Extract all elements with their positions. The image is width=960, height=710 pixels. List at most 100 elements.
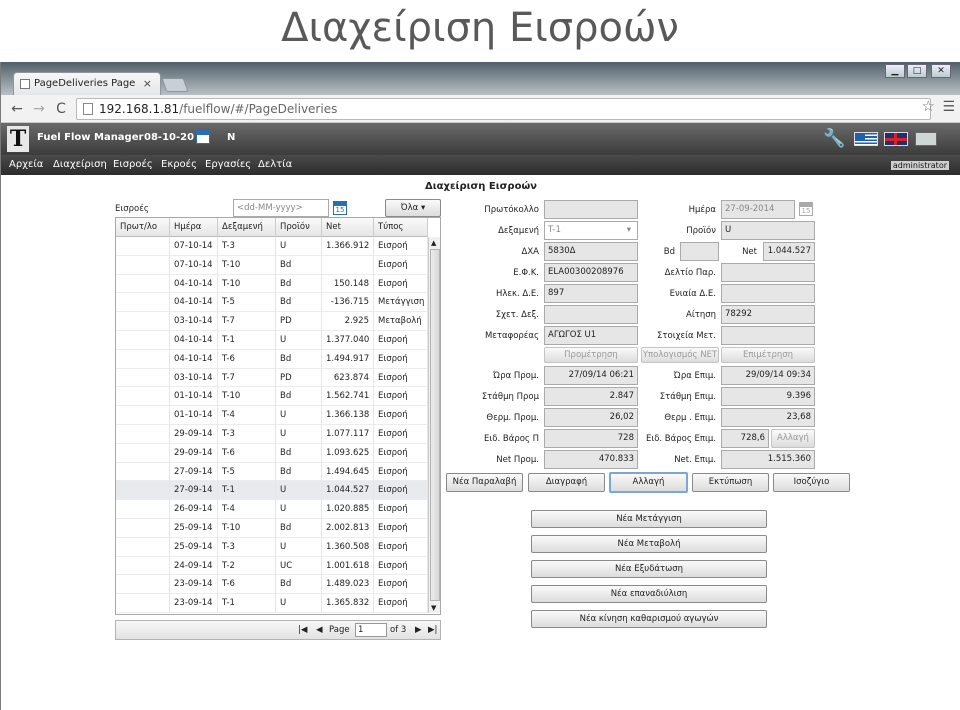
- menu-item-deltia[interactable]: Δελτία: [258, 159, 292, 170]
- bd-field[interactable]: [680, 242, 719, 261]
- ilek-de-field[interactable]: 897: [544, 284, 638, 303]
- table-row[interactable]: 26-09-14 T-4 U 1.020.885 Εισροή: [116, 500, 428, 520]
- table-row[interactable]: 07-10-14 T-3 U 1.366.912 Εισροή: [116, 237, 428, 256]
- prometrisi-button[interactable]: Προμέτρηση: [544, 347, 638, 363]
- menu-item-archeia[interactable]: Αρχεία: [9, 159, 43, 170]
- prev-page-icon[interactable]: ◀: [316, 625, 323, 635]
- deltio-par-field[interactable]: [721, 263, 815, 282]
- therm-epim-field[interactable]: 23,68: [721, 408, 815, 427]
- table-row[interactable]: 03-10-14 T-7 PD 2.925 Μεταβολή: [116, 312, 428, 332]
- col-header-proion[interactable]: Προϊόν: [276, 218, 322, 237]
- reload-icon[interactable]: C: [51, 99, 71, 119]
- allagi-small-button[interactable]: Αλλαγή: [771, 429, 815, 448]
- dxa-field[interactable]: 5830Δ: [544, 242, 638, 261]
- dexameni-select[interactable]: T-1 ▾: [544, 221, 638, 240]
- address-bar[interactable]: 192.168.1.81/fuelflow/#/PageDeliveries: [76, 98, 931, 120]
- filter-select[interactable]: Όλα ▾: [385, 199, 441, 217]
- bookmark-star-icon[interactable]: ☆: [922, 97, 935, 115]
- table-row[interactable]: 24-09-14 T-2 UC 1.001.618 Εισροή: [116, 556, 428, 576]
- table-row[interactable]: 03-10-14 T-7 PD 623.874 Εισροή: [116, 368, 428, 388]
- table-row[interactable]: 04-10-14 T-1 U 1.377.040 Εισροή: [116, 331, 428, 350]
- new-tab-button[interactable]: [161, 78, 189, 92]
- last-page-icon[interactable]: ▶|: [428, 625, 437, 635]
- protokollo-field[interactable]: [544, 200, 638, 219]
- col-header-typos[interactable]: Τύπος: [374, 218, 428, 237]
- imera-field[interactable]: 27-09-2014: [721, 200, 795, 219]
- table-row[interactable]: 23-09-14 T-6 Bd 1.489.023 Εισροή: [116, 575, 428, 595]
- table-row[interactable]: 04-10-14 T-6 Bd 1.494.917 Εισροή: [116, 349, 428, 369]
- diagrafi-button[interactable]: Διαγραφή: [528, 473, 605, 492]
- net-prom-field[interactable]: 470.833: [544, 450, 638, 469]
- date-filter-calendar-icon[interactable]: 15: [333, 201, 347, 215]
- metaforeas-field[interactable]: ΑΓΩΓΟΣ U1: [544, 326, 638, 345]
- col-header-dexameni[interactable]: Δεξαμενή: [218, 218, 276, 237]
- table-row[interactable]: 07-10-14 T-10 Bd Εισροή: [116, 255, 428, 275]
- imera-calendar-icon[interactable]: 15: [799, 202, 813, 216]
- net-epim-field[interactable]: 1.515.360: [721, 450, 815, 469]
- col-header-net[interactable]: Net: [322, 218, 374, 237]
- isozygio-button[interactable]: Ισοζύγιο: [773, 473, 850, 492]
- proion-field[interactable]: U: [721, 221, 815, 240]
- table-row[interactable]: 29-09-14 T-3 U 1.077.117 Εισροή: [116, 425, 428, 444]
- browser-tab[interactable]: PageDeliveries Page ×: [13, 72, 161, 95]
- table-row[interactable]: 01-10-14 T-10 Bd 1.562.741 Εισροή: [116, 387, 428, 407]
- next-page-icon[interactable]: ▶: [415, 625, 422, 635]
- table-row[interactable]: 25-09-14 T-10 Bd 2.002.813 Εισροή: [116, 519, 428, 538]
- stathmi-epim-field[interactable]: 9.396: [721, 387, 815, 406]
- table-row[interactable]: 04-10-14 T-10 Bd 150.148 Εισροή: [116, 274, 428, 294]
- table-row[interactable]: 27-09-14 T-5 Bd 1.494.645 Εισροή: [116, 462, 428, 482]
- sxet-dex-field[interactable]: [544, 305, 638, 324]
- scrollbar-thumb[interactable]: [430, 249, 440, 601]
- table-row[interactable]: 01-10-14 T-4 U 1.366.138 Εισροή: [116, 406, 428, 426]
- table-row[interactable]: 23-09-14 T-1 U 1.365.832 Εισροή: [116, 594, 428, 614]
- nea-epanadiylisi-button[interactable]: Νέα επαναδιύλιση: [531, 585, 767, 603]
- menu-item-ekroes[interactable]: Εκροές: [161, 159, 197, 170]
- maximize-button[interactable]: □: [907, 64, 927, 78]
- tab-close-icon[interactable]: ×: [143, 73, 152, 95]
- browser-menu-icon[interactable]: ☰: [942, 99, 955, 115]
- net-field[interactable]: 1.044.527: [763, 242, 815, 261]
- eniaia-de-field[interactable]: [721, 284, 815, 303]
- close-window-button[interactable]: ✕: [931, 64, 951, 78]
- table-row[interactable]: 29-09-14 T-6 Bd 1.093.625 Εισροή: [116, 443, 428, 463]
- ypologismos-net-button[interactable]: Υπολογισμός ΝΕΤ: [641, 347, 719, 363]
- table-row[interactable]: 25-09-14 T-3 U 1.360.508 Εισροή: [116, 537, 428, 557]
- epimetrisi-button[interactable]: Επιμέτρηση: [721, 347, 815, 363]
- nea-metavoli-button[interactable]: Νέα Μεταβολή: [531, 535, 767, 553]
- calendar-icon[interactable]: [196, 130, 210, 144]
- eid-varos-epim-field[interactable]: 728,6: [721, 429, 769, 448]
- table-row[interactable]: 04-10-14 T-5 Bd -136.715 Μετάγγιση: [116, 293, 428, 313]
- page-number-input[interactable]: 1: [355, 623, 387, 637]
- nea-metaggisi-button[interactable]: Νέα Μετάγγιση: [531, 510, 767, 528]
- first-page-icon[interactable]: |◀: [298, 625, 307, 635]
- nea-kinisi-katharismou-button[interactable]: Νέα κίνηση καθαρισμού αγωγών: [531, 610, 767, 628]
- therm-prom-field[interactable]: 26,02: [544, 408, 638, 427]
- settings-wrench-icon[interactable]: 🔧: [823, 128, 845, 149]
- scroll-down-icon[interactable]: ▼: [431, 604, 436, 612]
- forward-icon[interactable]: →: [29, 99, 49, 119]
- uk-flag-icon[interactable]: [884, 132, 908, 146]
- menu-item-diaxeirisi[interactable]: Διαχείριση: [53, 159, 107, 170]
- stathmi-prom-field[interactable]: 2.847: [544, 387, 638, 406]
- menu-item-eisroes[interactable]: Εισροές: [113, 159, 153, 170]
- allagi-button[interactable]: Αλλαγή: [609, 472, 688, 493]
- stoixeia-met-field[interactable]: [721, 326, 815, 345]
- menu-item-ergasies[interactable]: Εργασίες: [205, 159, 251, 170]
- date-filter-input[interactable]: <dd-MM-yyyy>: [233, 199, 329, 217]
- greek-flag-icon[interactable]: [854, 132, 878, 146]
- eid-varos-prom-field[interactable]: 728: [544, 429, 638, 448]
- back-icon[interactable]: ←: [7, 99, 27, 119]
- aitisi-field[interactable]: 78292: [721, 305, 815, 324]
- keyboard-icon[interactable]: [915, 132, 937, 146]
- nea-paralavi-button[interactable]: Νέα Παραλαβή: [446, 473, 523, 492]
- ora-prom-field[interactable]: 27/09/14 06:21: [544, 366, 638, 385]
- col-header-imera[interactable]: Ημέρα: [170, 218, 218, 237]
- nea-exydatosi-button[interactable]: Νέα Εξυδάτωση: [531, 560, 767, 578]
- table-scrollbar[interactable]: ▲ ▼: [428, 237, 440, 613]
- efk-field[interactable]: ELA00300208976: [544, 263, 638, 282]
- ektyposi-button[interactable]: Εκτύπωση: [692, 473, 769, 492]
- ora-epim-field[interactable]: 29/09/14 09:34: [721, 366, 815, 385]
- minimize-button[interactable]: ▁: [885, 64, 905, 78]
- col-header-protokollo[interactable]: Πρωτ/λο: [116, 218, 170, 237]
- table-row[interactable]: 27-09-14 T-1 U 1.044.527 Εισροή: [116, 481, 428, 501]
